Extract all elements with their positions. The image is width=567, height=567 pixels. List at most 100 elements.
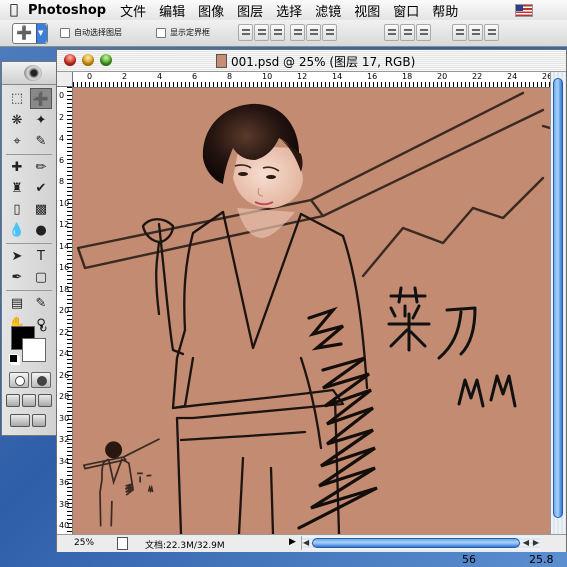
- notes-tool-icon[interactable]: ▤: [6, 293, 28, 314]
- distribute-bottom-button[interactable]: [416, 24, 431, 41]
- standard-screen-mode-button[interactable]: [6, 394, 20, 407]
- distribute-vcenter-button[interactable]: [400, 24, 415, 41]
- full-screen-menu-mode-button[interactable]: [22, 394, 36, 407]
- dodge-tool-icon[interactable]: ●: [30, 220, 52, 241]
- scroll-left-arrow-icon[interactable]: ◀: [523, 538, 529, 547]
- zoom-button[interactable]: [100, 54, 112, 66]
- healing-brush-tool-icon[interactable]: ✚: [6, 157, 28, 178]
- shape-tool-icon[interactable]: ▢: [30, 267, 52, 288]
- ruler-label: 18: [402, 72, 413, 81]
- ruler-label: 4: [59, 134, 65, 143]
- type-tool-icon[interactable]: T: [30, 246, 52, 267]
- pen-tool-icon[interactable]: ✒: [6, 267, 28, 288]
- move-tool-icon[interactable]: ➕: [30, 88, 52, 109]
- ruler-label: 4: [157, 72, 163, 81]
- info-readout-a: 56: [462, 553, 476, 566]
- minimize-button[interactable]: [82, 54, 94, 66]
- artwork-layer: [76, 91, 550, 534]
- gradient-tool-icon[interactable]: ▩: [30, 199, 52, 220]
- eraser-tool-icon[interactable]: ▯: [6, 199, 28, 220]
- full-screen-mode-button[interactable]: [38, 394, 52, 407]
- distribute-top-button[interactable]: [384, 24, 399, 41]
- align-bottom-button[interactable]: [270, 24, 285, 41]
- menu-select[interactable]: 选择: [276, 1, 302, 20]
- brush-tool-icon[interactable]: ✏: [30, 157, 52, 178]
- align-top-button[interactable]: [238, 24, 253, 41]
- clone-stamp-tool-icon[interactable]: ♜: [6, 178, 28, 199]
- checkbox-box[interactable]: [60, 27, 70, 38]
- vertical-scroll-thumb[interactable]: [553, 78, 563, 518]
- ruler-label: 36: [59, 478, 70, 487]
- jump-to-button[interactable]: [32, 414, 46, 427]
- ruler-label: 24: [59, 349, 70, 358]
- input-menu-flag-icon[interactable]: [515, 4, 533, 17]
- tool-preset-picker[interactable]: ➕ ▼: [12, 23, 48, 44]
- eyedropper-tool-icon[interactable]: ✎: [30, 293, 52, 314]
- ruler-label: 26: [59, 370, 70, 380]
- crop-tool-icon[interactable]: ⌖: [6, 131, 28, 152]
- menu-app-name[interactable]: Photoshop: [28, 3, 106, 18]
- history-brush-tool-icon[interactable]: ✔: [30, 178, 52, 199]
- chevron-down-icon[interactable]: ▼: [36, 24, 47, 43]
- apple-menu-icon[interactable]: : [0, 2, 28, 18]
- ruler-origin[interactable]: [57, 72, 73, 87]
- menu-image[interactable]: 图像: [198, 1, 224, 20]
- standard-mode-button[interactable]: [9, 372, 29, 388]
- horizontal-ruler[interactable]: 02468101214161820222426: [73, 72, 550, 88]
- align-right-button[interactable]: [322, 24, 337, 41]
- align-hcenter-button[interactable]: [306, 24, 321, 41]
- distribute-right-button[interactable]: [484, 24, 499, 41]
- image-canvas[interactable]: [73, 88, 550, 534]
- toolbox-divider: [6, 243, 52, 244]
- scroll-right-arrow-icon[interactable]: ▶: [533, 538, 539, 547]
- checkbox-box[interactable]: [156, 27, 166, 38]
- options-bar: ➕ ▼ 自动选择图层 显示定界框: [0, 20, 567, 47]
- default-colors-icon[interactable]: [9, 354, 18, 363]
- jump-to-imageready-button[interactable]: [10, 414, 30, 427]
- status-menu-arrow-icon[interactable]: ▶: [289, 537, 296, 547]
- document-title-bar[interactable]: 001.psd @ 25% (图层 17, RGB): [57, 50, 566, 72]
- menu-view[interactable]: 视图: [354, 1, 380, 20]
- scroll-left-arrow-icon[interactable]: ◀: [303, 538, 309, 547]
- magic-wand-tool-icon[interactable]: ✦: [30, 110, 52, 131]
- show-bounding-box-checkbox[interactable]: 显示定界框: [156, 27, 210, 38]
- toolbox-header[interactable]: [2, 62, 56, 85]
- photoshop-eye-logo-icon[interactable]: [24, 65, 42, 81]
- lasso-tool-icon[interactable]: ❋: [6, 110, 28, 131]
- zoom-level[interactable]: 25%: [74, 538, 94, 548]
- auto-select-layer-checkbox[interactable]: 自动选择图层: [60, 27, 122, 38]
- ruler-label: 12: [59, 220, 70, 229]
- background-color-swatch[interactable]: [22, 338, 46, 362]
- distribute-hcenter-button[interactable]: [468, 24, 483, 41]
- blur-tool-icon[interactable]: 💧: [6, 220, 28, 241]
- menu-edit[interactable]: 编辑: [159, 1, 185, 20]
- marquee-tool-icon[interactable]: ⬚: [6, 88, 28, 109]
- swap-colors-icon[interactable]: ↻: [39, 324, 47, 335]
- ruler-label: 8: [59, 177, 65, 186]
- horizontal-scrollbar[interactable]: ◀ ◀ ▶: [301, 536, 541, 550]
- document-size-info[interactable]: 文档:22.3M/32.9M: [145, 538, 225, 551]
- menu-window[interactable]: 窗口: [393, 1, 419, 20]
- handwritten-caption: [387, 286, 477, 360]
- slice-tool-icon[interactable]: ✎: [30, 131, 52, 152]
- align-vcenter-button[interactable]: [254, 24, 269, 41]
- menu-filter[interactable]: 滤镜: [315, 1, 341, 20]
- menu-file[interactable]: 文件: [120, 1, 146, 20]
- distribute-left-button[interactable]: [452, 24, 467, 41]
- document-info-icon[interactable]: [117, 537, 128, 550]
- ruler-label: 16: [367, 72, 378, 81]
- document-proxy-icon[interactable]: [216, 54, 227, 68]
- document-title: 001.psd @ 25% (图层 17, RGB): [231, 55, 416, 69]
- vertical-scrollbar[interactable]: [550, 72, 566, 534]
- path-selection-tool-icon[interactable]: ➤: [6, 246, 28, 267]
- align-left-button[interactable]: [290, 24, 305, 41]
- ruler-label: 2: [122, 72, 128, 81]
- close-button[interactable]: [64, 54, 76, 66]
- ruler-label: 38: [59, 499, 70, 509]
- menu-help[interactable]: 帮助: [432, 1, 458, 20]
- menu-layer[interactable]: 图层: [237, 1, 263, 20]
- horizontal-scroll-thumb[interactable]: [312, 538, 520, 548]
- quick-mask-mode-button[interactable]: [31, 372, 51, 388]
- vertical-ruler[interactable]: 0 2 4 6 8 10 12 14 16 18 20 22 24 26 28 30 32 34 36 38 40: [57, 87, 73, 534]
- show-bounding-box-label: 显示定界框: [170, 28, 210, 37]
